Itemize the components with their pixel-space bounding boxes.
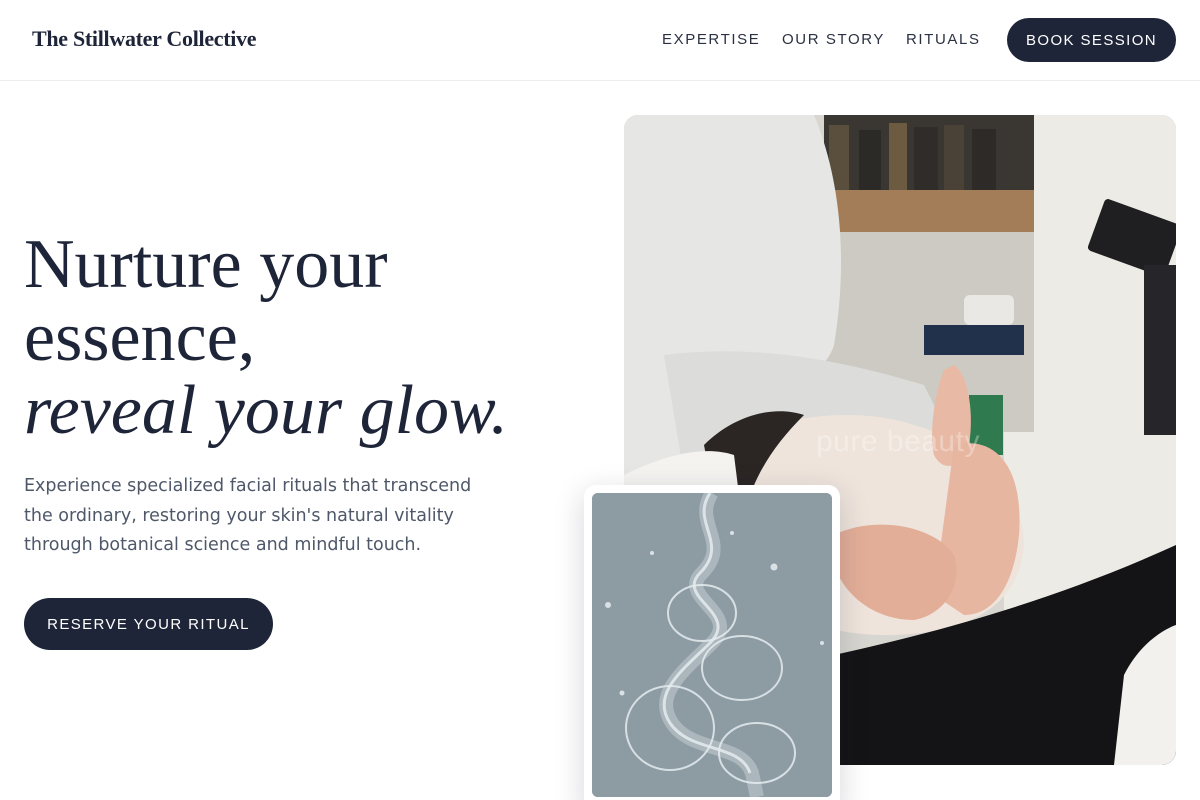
brand-logo[interactable]: The Stillwater Collective	[32, 26, 257, 52]
site-header: The Stillwater Collective EXPERTISE OUR …	[0, 0, 1200, 81]
headline-line-2: essence,	[24, 299, 256, 376]
nav-link-our-story[interactable]: OUR STORY	[782, 31, 885, 48]
photo-watermark: pure beauty	[816, 425, 980, 458]
hero-description: Experience specialized facial rituals th…	[24, 476, 472, 555]
hero-headline: Nurture your essence, reveal your glow.	[24, 228, 584, 447]
reserve-ritual-button[interactable]: RESERVE YOUR RITUAL	[24, 598, 273, 650]
headline-line-3: reveal your glow.	[24, 372, 509, 449]
nav-link-rituals[interactable]: RITUALS	[906, 31, 981, 48]
water-splash-card	[584, 485, 840, 800]
water-splash-photo	[592, 493, 832, 797]
nav-link-expertise[interactable]: EXPERTISE	[662, 31, 760, 48]
water-splash-illustration	[592, 493, 832, 797]
headline-line-1: Nurture your	[24, 226, 388, 303]
book-session-button[interactable]: BOOK SESSION	[1007, 18, 1176, 62]
